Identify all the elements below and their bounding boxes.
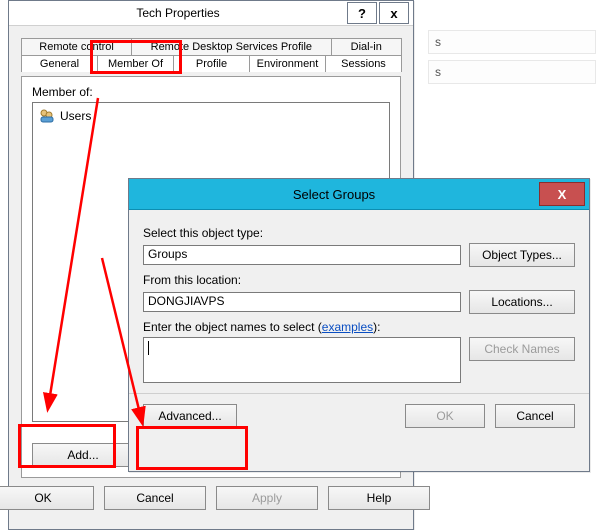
check-names-button[interactable]: Check Names [469,337,575,361]
window-title: Tech Properties [9,6,347,20]
apply-button[interactable]: Apply [216,486,318,510]
member-of-label: Member of: [32,85,390,99]
advanced-button[interactable]: Advanced... [143,404,237,428]
ok-button[interactable]: OK [0,486,94,510]
tabs: Remote control Remote Desktop Services P… [21,38,401,76]
object-names-input[interactable] [143,337,461,383]
list-item[interactable]: Users [39,107,383,125]
tab-dial-in[interactable]: Dial-in [331,38,402,55]
object-names-label: Enter the object names to select (exampl… [143,320,575,334]
close-button[interactable]: x [379,2,409,24]
titlebar: Select Groups X [129,179,589,210]
cancel-button[interactable]: Cancel [495,404,575,428]
add-button[interactable]: Add... [32,443,134,467]
close-button[interactable]: X [539,182,585,206]
ok-button[interactable]: OK [405,404,485,428]
tab-profile[interactable]: Profile [173,55,250,72]
tab-general[interactable]: General [21,55,98,72]
text-caret [148,341,149,355]
tab-sessions[interactable]: Sessions [325,55,402,72]
tab-member-of[interactable]: Member Of [97,55,174,72]
tab-rds-profile[interactable]: Remote Desktop Services Profile [131,38,331,55]
list-item-label: Users [60,109,91,123]
locations-button[interactable]: Locations... [469,290,575,314]
object-type-label: Select this object type: [143,226,575,240]
location-field[interactable]: DONGJIAVPS [143,292,461,312]
examples-link[interactable]: examples [322,320,373,334]
titlebar: Tech Properties ? x [9,1,413,26]
object-type-field[interactable]: Groups [143,245,461,265]
tab-remote-control[interactable]: Remote control [21,38,132,55]
location-label: From this location: [143,273,575,287]
group-icon [39,108,55,124]
select-groups-dialog: Select Groups X Select this object type:… [128,178,590,472]
cancel-button[interactable]: Cancel [104,486,206,510]
dialog-title: Select Groups [129,187,539,202]
help-button[interactable]: ? [347,2,377,24]
background-row: s [428,60,596,84]
object-types-button[interactable]: Object Types... [469,243,575,267]
tab-environment[interactable]: Environment [249,55,326,72]
help-dialog-button[interactable]: Help [328,486,430,510]
background-row: s [428,30,596,54]
